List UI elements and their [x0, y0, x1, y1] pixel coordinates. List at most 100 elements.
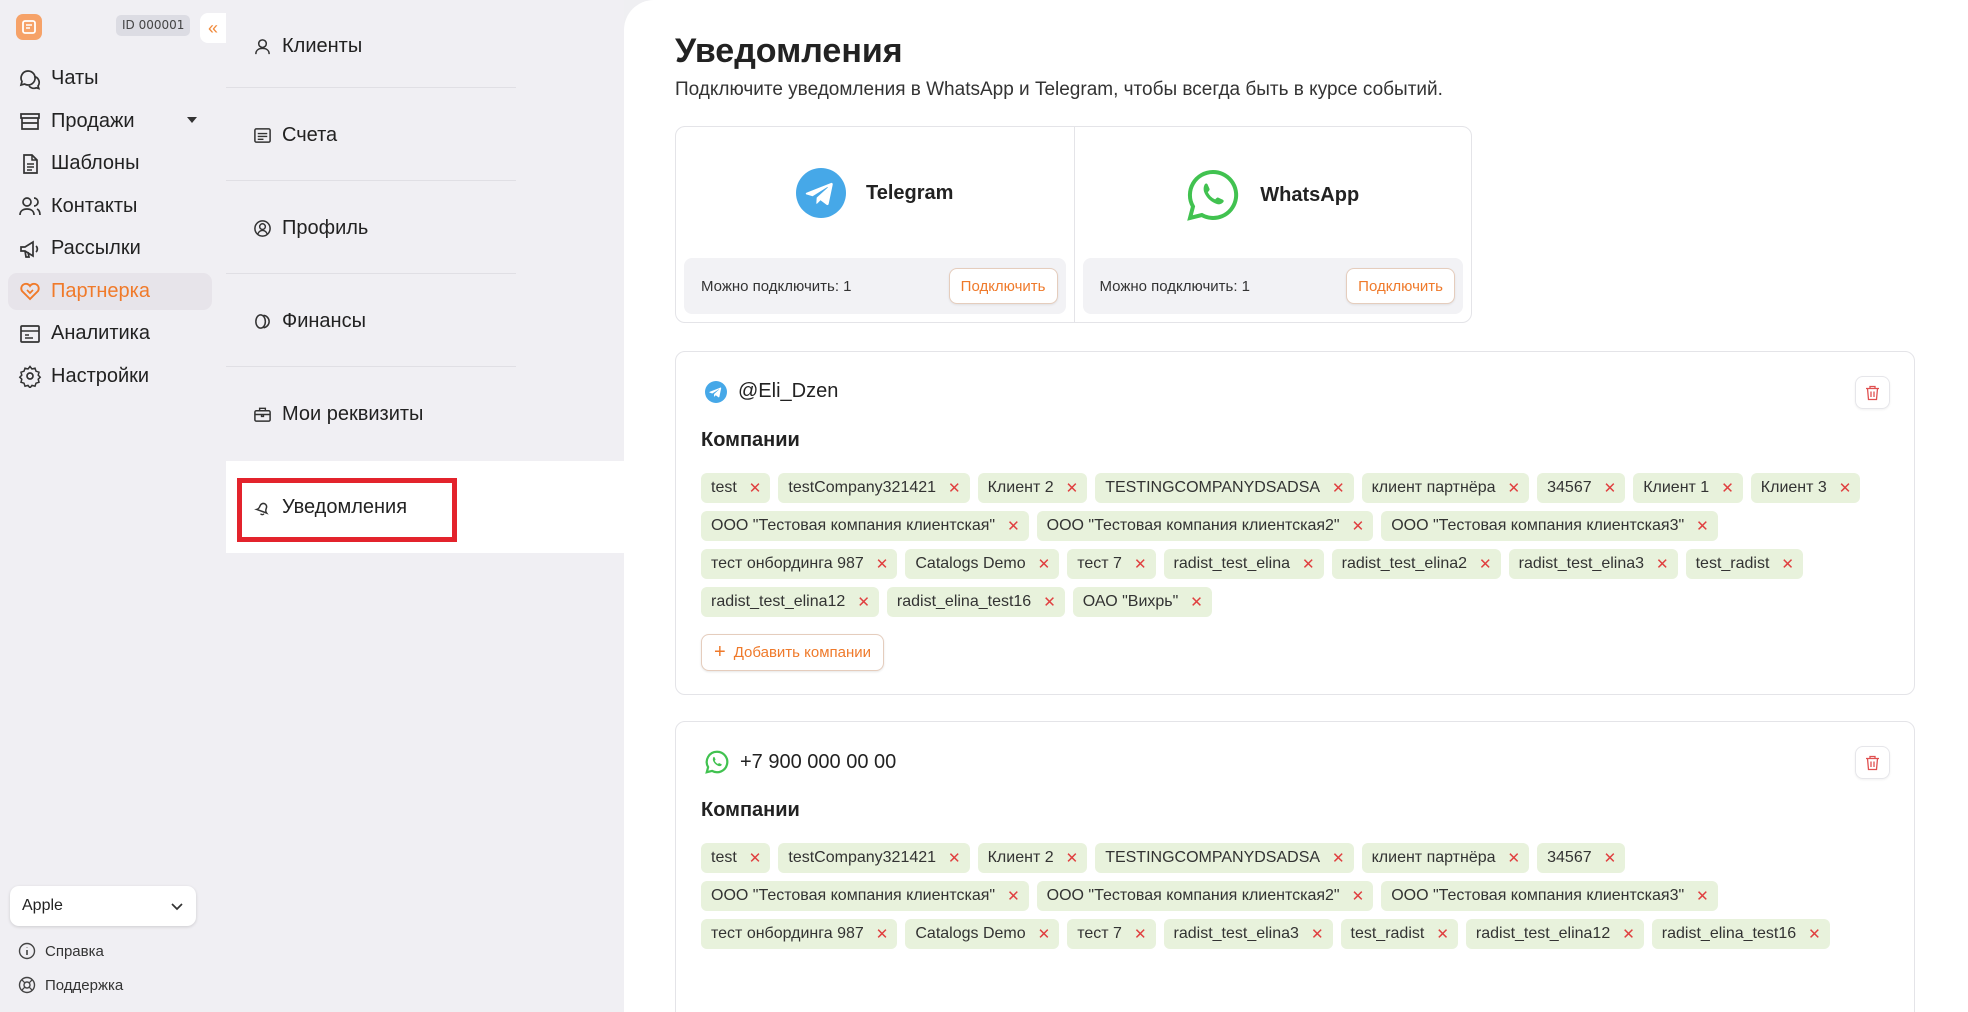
remove-tag-icon[interactable]: ✕ [749, 479, 762, 497]
card-header: Telegram [676, 168, 1074, 218]
menu-item-notifications[interactable]: Уведомления [226, 461, 626, 553]
company-tag-label: radist_test_elina2 [1341, 555, 1468, 572]
connect-whatsapp-button[interactable]: Подключить [1346, 268, 1455, 304]
remove-tag-icon[interactable]: ✕ [876, 555, 889, 573]
menu-label: Финансы [282, 309, 366, 332]
company-tag: ООО "Тестовая компания клиентская" ✕ [701, 881, 1029, 911]
remove-tag-icon[interactable]: ✕ [1038, 555, 1051, 573]
remove-tag-icon[interactable]: ✕ [1311, 925, 1324, 943]
company-tag: test_radist ✕ [1685, 549, 1803, 579]
remove-tag-icon[interactable]: ✕ [1508, 849, 1521, 867]
remove-tag-icon[interactable]: ✕ [1134, 925, 1147, 943]
nav-item-partners[interactable]: Партнерка [8, 272, 212, 310]
company-tag-label: клиент партнёра [1371, 849, 1496, 866]
delete-account-button[interactable] [1855, 746, 1890, 779]
remove-tag-icon[interactable]: ✕ [1066, 479, 1079, 497]
add-companies-button[interactable]: + Добавить компании [701, 634, 885, 671]
company-tag: 34567 ✕ [1537, 473, 1626, 503]
menu-item-requisites[interactable]: Мои реквизиты [226, 368, 624, 460]
remove-tag-icon[interactable]: ✕ [1696, 887, 1709, 905]
remove-tag-icon[interactable]: ✕ [1190, 593, 1203, 611]
menu-item-finance[interactable]: Финансы [226, 275, 624, 367]
briefcase-icon [254, 407, 271, 422]
nav-item-mailings[interactable]: Рассылки [8, 230, 212, 267]
remove-tag-icon[interactable]: ✕ [1781, 555, 1794, 573]
remove-tag-icon[interactable]: ✕ [948, 849, 961, 867]
logo-icon [22, 20, 36, 34]
company-tag: клиент партнёра ✕ [1361, 843, 1530, 873]
company-tag: radist_elina_test16 ✕ [1651, 919, 1830, 949]
remove-tag-icon[interactable]: ✕ [1604, 849, 1617, 867]
nav-label: Настройки [51, 364, 150, 387]
info-icon [18, 942, 36, 960]
delete-account-button[interactable] [1855, 376, 1890, 409]
telegram-card: Telegram Можно подключить: 1 Подключить [676, 127, 1074, 322]
company-tag: radist_test_elina12 ✕ [1465, 919, 1644, 949]
remove-tag-icon[interactable]: ✕ [1352, 887, 1365, 905]
lifebuoy-icon [18, 976, 36, 994]
remove-tag-icon[interactable]: ✕ [1302, 555, 1315, 573]
chevron-down-icon [171, 903, 183, 911]
nav-item-sales[interactable]: Продажи [8, 103, 212, 140]
remove-tag-icon[interactable]: ✕ [1134, 555, 1147, 573]
remove-tag-icon[interactable]: ✕ [876, 925, 889, 943]
nav-item-chats[interactable]: Чаты [8, 60, 212, 97]
remove-tag-icon[interactable]: ✕ [1604, 479, 1617, 497]
remove-tag-icon[interactable]: ✕ [1038, 925, 1051, 943]
company-tag: Клиент 2 ✕ [977, 473, 1088, 503]
company-tag: radist_test_elina3 ✕ [1508, 549, 1678, 579]
remove-tag-icon[interactable]: ✕ [749, 849, 762, 867]
remove-tag-icon[interactable]: ✕ [948, 479, 961, 497]
remove-tag-icon[interactable]: ✕ [1007, 517, 1020, 535]
remove-tag-icon[interactable]: ✕ [1622, 925, 1635, 943]
connect-telegram-button[interactable]: Подключить [948, 268, 1058, 304]
remove-tag-icon[interactable]: ✕ [1352, 517, 1365, 535]
remove-tag-icon[interactable]: ✕ [1479, 555, 1492, 573]
collapse-sidebar-button[interactable]: « [200, 13, 226, 43]
nav-item-contacts[interactable]: Контакты [8, 188, 212, 225]
nav-item-analytics[interactable]: Аналитика [8, 315, 212, 352]
company-select[interactable]: Apple [10, 886, 196, 926]
remove-tag-icon[interactable]: ✕ [1721, 479, 1734, 497]
card-footer: Можно подключить: 1 Подключить [1082, 258, 1463, 314]
nav-item-settings[interactable]: Настройки [8, 358, 212, 395]
company-tag-label: Клиент 1 [1643, 479, 1710, 496]
remove-tag-icon[interactable]: ✕ [1656, 555, 1669, 573]
menu-item-profile[interactable]: Профиль [226, 182, 624, 274]
remove-tag-icon[interactable]: ✕ [1696, 517, 1709, 535]
remove-tag-icon[interactable]: ✕ [1839, 479, 1852, 497]
company-tag-label: тест онбординга 987 [711, 555, 864, 572]
channel-name: WhatsApp [1260, 183, 1360, 206]
company-tag-label: TESTINGCOMPANYDSADSA [1105, 849, 1321, 866]
help-link[interactable]: Справка [18, 942, 104, 960]
company-tag: ООО "Тестовая компания клиентская3" ✕ [1381, 881, 1718, 911]
remove-tag-icon[interactable]: ✕ [1043, 593, 1056, 611]
company-tag: test ✕ [701, 843, 771, 873]
remove-tag-icon[interactable]: ✕ [1066, 849, 1079, 867]
remove-tag-icon[interactable]: ✕ [1332, 849, 1345, 867]
menu-item-invoices[interactable]: Счета [226, 89, 624, 181]
remove-tag-icon[interactable]: ✕ [1007, 887, 1020, 905]
remove-tag-icon[interactable]: ✕ [1436, 925, 1449, 943]
company-tag: test ✕ [701, 473, 771, 503]
remove-tag-icon[interactable]: ✕ [857, 593, 870, 611]
company-tag: radist_test_elina12 ✕ [701, 587, 879, 617]
menu-item-clients[interactable]: Клиенты [226, 0, 624, 92]
remove-tag-icon[interactable]: ✕ [1332, 479, 1345, 497]
company-tag: radist_elina_test16 ✕ [886, 587, 1065, 617]
remove-tag-icon[interactable]: ✕ [1508, 479, 1521, 497]
whatsapp-card: WhatsApp Можно подключить: 1 Подключить [1073, 127, 1472, 322]
company-tag: radist_test_elina3 ✕ [1163, 919, 1333, 949]
divider [226, 180, 516, 181]
app-logo[interactable] [16, 14, 42, 40]
support-link[interactable]: Поддержка [18, 976, 123, 994]
company-tag: ООО "Тестовая компания клиентская3" ✕ [1381, 511, 1718, 541]
nav-item-templates[interactable]: Шаблоны [8, 145, 212, 182]
remove-tag-icon[interactable]: ✕ [1808, 925, 1821, 943]
company-tag-label: ООО "Тестовая компания клиентская" [711, 887, 996, 904]
company-tag-label: ООО "Тестовая компания клиентская" [711, 517, 996, 534]
company-tag-label: test [711, 849, 737, 866]
company-tag: testCompany321421 ✕ [778, 843, 970, 873]
plus-icon: + [714, 641, 726, 663]
divider [226, 87, 516, 88]
